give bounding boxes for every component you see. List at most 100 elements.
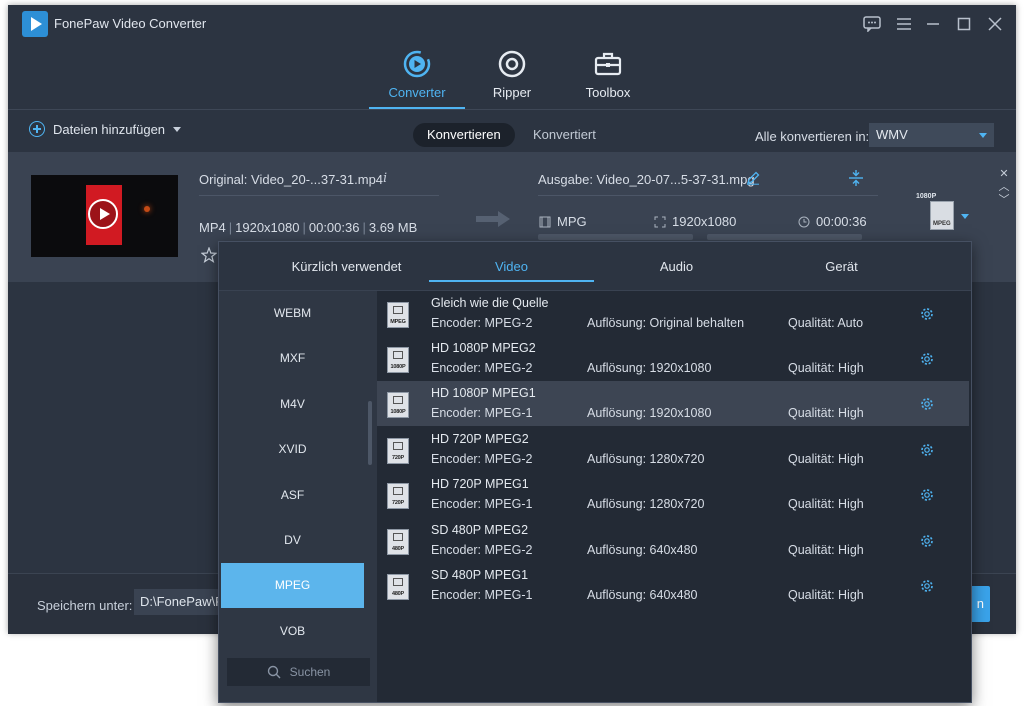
preset-item[interactable]: 480P SD 480P MPEG2 Encoder: MPEG-2 Auflö… (377, 518, 969, 563)
category-mxf[interactable]: MXF (221, 336, 364, 381)
close-icon[interactable] (984, 13, 1006, 35)
badge-resolution: 1080P (916, 193, 937, 200)
preset-quality: Qualität: High (788, 588, 864, 602)
preset-item-selected[interactable]: 1080P HD 1080P MPEG1 Encoder: MPEG-1 Auf… (377, 381, 969, 426)
category-scrollbar[interactable] (368, 401, 372, 465)
preset-resolution: Auflösung: 1280x720 (587, 452, 705, 466)
mpeg-file-icon: 480P (387, 529, 409, 555)
preset-quality: Qualität: Auto (788, 316, 864, 330)
preset-name: SD 480P MPEG2 (431, 523, 529, 537)
preset-item[interactable]: 1080P HD 1080P MPEG2 Encoder: MPEG-2 Auf… (377, 336, 969, 381)
edit-icon[interactable] (746, 171, 760, 185)
nav-divider (8, 109, 1016, 110)
preset-resolution: Auflösung: 1920x1080 (587, 361, 712, 375)
output-resolution-label: 1920x1080 (672, 214, 737, 229)
preset-icon-label: 1080P (390, 409, 406, 415)
tab-audio[interactable]: Audio (599, 242, 754, 290)
category-m4v[interactable]: M4V (221, 382, 364, 427)
preset-name: HD 1080P MPEG1 (431, 386, 536, 400)
preset-encoder: Encoder: MPEG-2 (431, 452, 533, 466)
tab-video[interactable]: Video (429, 242, 594, 290)
preset-item[interactable]: MPEG Gleich wie die Quelle Encoder: MPEG… (377, 291, 969, 336)
category-asf[interactable]: ASF (221, 473, 364, 518)
format-tabs: Kürzlich verwendet Video Audio Gerät (219, 242, 971, 291)
preset-icon-label: 480P (391, 591, 405, 597)
gear-icon[interactable] (920, 488, 934, 502)
mpeg-file-icon: 480P (387, 574, 409, 600)
category-xvid[interactable]: XVID (221, 427, 364, 472)
preset-encoder: Encoder: MPEG-2 (431, 543, 533, 557)
effects-icon[interactable] (201, 247, 217, 263)
subtitle-select[interactable] (707, 234, 862, 240)
thumbnail-light (144, 206, 150, 212)
source-format: MP4 (199, 220, 226, 235)
tab-konvertiert[interactable]: Konvertiert (519, 123, 610, 147)
preset-quality: Qualität: High (788, 361, 864, 375)
nav-toolbox[interactable]: Toolbox (560, 49, 656, 109)
toolbox-icon (593, 49, 623, 79)
app-title: FonePaw Video Converter (54, 16, 207, 31)
menu-icon[interactable] (893, 13, 915, 35)
remove-icon[interactable]: ✕ (998, 168, 1010, 181)
move-down-icon[interactable]: ﹀ (998, 194, 1010, 207)
add-icon (29, 121, 45, 137)
convert-all-select[interactable]: WMV (869, 123, 994, 147)
gear-icon[interactable] (920, 579, 934, 593)
app-logo-icon (22, 11, 48, 37)
converter-icon (402, 49, 432, 79)
audio-track-select[interactable] (538, 234, 693, 240)
tab-device[interactable]: Gerät (764, 242, 919, 290)
gear-icon[interactable] (920, 397, 934, 411)
preset-quality: Qualität: High (788, 497, 864, 511)
mpeg-file-icon: 720P (387, 438, 409, 464)
preset-quality: Qualität: High (788, 543, 864, 557)
search-input[interactable]: Suchen (227, 658, 370, 686)
tab-recently-used[interactable]: Kürzlich verwendet (269, 242, 424, 290)
preset-item[interactable]: 480P SD 480P MPEG1 Encoder: MPEG-1 Auflö… (377, 563, 969, 608)
chevron-down-icon (979, 133, 987, 138)
source-meta: MP4 | 1920x1080 | 00:00:36 | 3.69 MB (199, 220, 418, 235)
category-mpeg[interactable]: MPEG (221, 563, 364, 608)
preset-name: HD 720P MPEG2 (431, 432, 529, 446)
category-webm[interactable]: WEBM (221, 291, 364, 336)
mpeg-file-icon: 1080P (387, 392, 409, 418)
gear-icon[interactable] (920, 534, 934, 548)
feedback-icon[interactable] (861, 13, 883, 35)
gear-icon[interactable] (920, 307, 934, 321)
add-files-button[interactable]: Dateien hinzufügen (29, 121, 182, 137)
gear-icon[interactable] (920, 443, 934, 457)
preset-item[interactable]: 720P HD 720P MPEG2 Encoder: MPEG-2 Auflö… (377, 427, 969, 472)
compress-icon[interactable] (848, 169, 864, 187)
maximize-icon[interactable] (953, 13, 975, 35)
mpeg-file-icon: MPEG (930, 201, 954, 230)
nav-ripper[interactable]: Ripper (464, 49, 560, 109)
tab-konvertieren[interactable]: Konvertieren (413, 123, 515, 147)
search-placeholder: Suchen (289, 665, 331, 679)
mpeg-file-icon: 1080P (387, 347, 409, 373)
category-vob[interactable]: VOB (221, 609, 364, 654)
source-resolution: 1920x1080 (235, 220, 300, 235)
preset-icon-label: 720P (391, 455, 405, 461)
category-dv[interactable]: DV (221, 518, 364, 563)
play-icon[interactable] (88, 199, 118, 229)
preset-resolution: Auflösung: Original behalten (587, 316, 745, 330)
nav-toolbox-label: Toolbox (585, 85, 631, 100)
clock-icon (798, 216, 810, 227)
info-icon[interactable]: i (383, 171, 387, 186)
nav-converter[interactable]: Converter (369, 49, 465, 109)
gear-icon[interactable] (920, 352, 934, 366)
preset-resolution: Auflösung: 1280x720 (587, 497, 705, 511)
move-up-icon[interactable]: ︿ (998, 181, 1010, 194)
output-filename: Ausgabe: Video_20-07...5-37-31.mpg (538, 172, 755, 187)
chevron-down-icon[interactable] (173, 126, 182, 132)
preset-item[interactable]: 720P HD 720P MPEG1 Encoder: MPEG-1 Auflö… (377, 472, 969, 517)
film-icon (539, 216, 551, 227)
output-format-label: MPG (557, 214, 587, 229)
chevron-down-icon[interactable] (961, 214, 969, 219)
divider (199, 195, 439, 196)
badge-format: MPEG (933, 221, 951, 227)
output-format-badge[interactable]: 1080P MPEG (916, 193, 958, 235)
minimize-icon[interactable] (922, 13, 944, 35)
video-thumbnail[interactable] (31, 175, 178, 257)
output-resolution: 1920x1080 (654, 214, 736, 229)
